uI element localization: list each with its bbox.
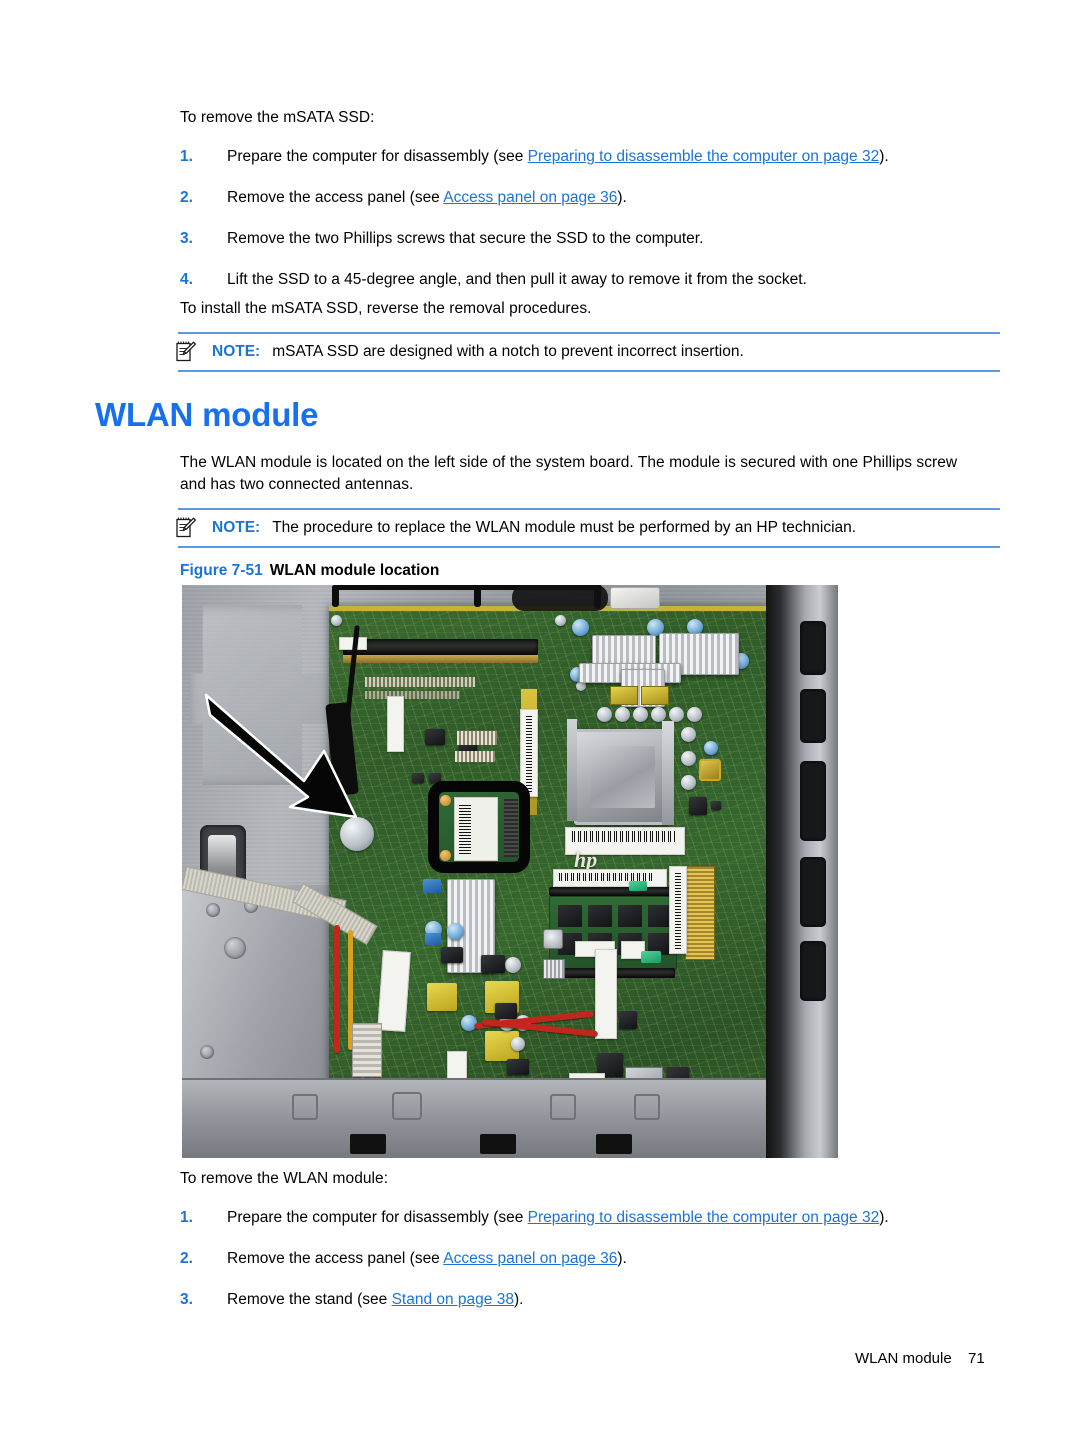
board-button — [543, 929, 563, 949]
socket-lever — [662, 721, 674, 825]
coin-battery — [340, 817, 374, 851]
memory-slot-contacts — [343, 655, 538, 663]
clock-chip — [699, 759, 721, 781]
sata-connector — [595, 949, 617, 1039]
figure-caption: Figure 7-51 WLAN module location — [180, 562, 439, 580]
intro-wlan-text: To remove the WLAN module: — [180, 1170, 389, 1187]
note-label: NOTE: — [212, 343, 261, 360]
step-text-pre: Prepare the computer for disassembly (se… — [227, 1209, 528, 1226]
board-screw — [555, 615, 566, 626]
note-callout-msata: NOTE: mSATA SSD are designed with a notch… — [176, 332, 1000, 372]
list-item: 4. Lift the SSD to a 45-degree angle, an… — [180, 269, 1010, 291]
power-cable-red — [334, 925, 340, 1053]
note-label: NOTE: — [212, 519, 261, 536]
jumper — [425, 933, 441, 945]
wlan-step-list: 1. Prepare the computer for disassembly … — [180, 1207, 1010, 1330]
step-text-pre: Prepare the computer for disassembly (se… — [227, 148, 528, 165]
step-text-post: ). — [513, 1291, 524, 1308]
antenna-connector — [610, 587, 660, 609]
chassis-opening — [512, 585, 608, 611]
step-text-post: ). — [617, 189, 627, 206]
green-connector — [629, 881, 647, 891]
antenna-cable-clip — [474, 585, 481, 607]
system-board: hp — [329, 606, 769, 1151]
cross-reference-link[interactable]: Access panel on page 36 — [443, 189, 617, 206]
list-item: 2. Remove the access panel (see Access p… — [180, 187, 1010, 209]
chassis-right-panel — [766, 585, 838, 1158]
note-pencil-icon — [172, 339, 198, 365]
cable-label — [377, 950, 411, 1032]
pin-header — [457, 731, 497, 745]
body-paragraph: The WLAN module is located on the left s… — [180, 454, 958, 493]
board-screw — [331, 615, 342, 626]
figure-image-wlan-module-location: hp — [182, 585, 838, 1158]
step-number: 3. — [180, 1291, 193, 1308]
cross-reference-link[interactable]: Stand on page 38 — [392, 1291, 514, 1308]
board-sticker — [387, 696, 404, 752]
note-callout-wlan: NOTE: The procedure to replace the WLAN m… — [176, 508, 1000, 548]
memory-label — [553, 869, 667, 887]
install-msata-text: To install the mSATA SSD, reverse the re… — [180, 300, 592, 317]
step-text-pre: Remove the access panel (see — [227, 1250, 444, 1267]
list-item: 1. Prepare the computer for disassembly … — [180, 146, 1010, 168]
note-text: The procedure to replace the WLAN module… — [272, 519, 857, 536]
step-text-post: ). — [617, 1250, 627, 1267]
step-text-pre: Remove the two Phillips screws that secu… — [227, 230, 704, 247]
list-item: 3. Remove the two Phillips screws that s… — [180, 228, 1010, 250]
step-number: 2. — [180, 1250, 193, 1267]
chassis-bottom-bar — [182, 1078, 838, 1158]
highlight-box-icon — [428, 781, 530, 873]
note-pencil-icon — [172, 515, 198, 541]
cross-reference-link[interactable]: Preparing to disassemble the computer on… — [528, 148, 880, 165]
list-item: 3. Remove the stand (see Stand on page 3… — [180, 1289, 1010, 1311]
cpu-socket — [574, 729, 672, 825]
power-connector — [352, 1023, 382, 1077]
cross-reference-link[interactable]: Preparing to disassemble the computer on… — [528, 1209, 880, 1226]
cross-reference-link[interactable]: Access panel on page 36 — [443, 1250, 617, 1267]
list-item: 1. Prepare the computer for disassembly … — [180, 1207, 1010, 1229]
memory-slot-top — [343, 639, 538, 655]
step-text-pre: Remove the stand (see — [227, 1291, 392, 1308]
page-title: WLAN module — [95, 396, 319, 433]
step-number: 2. — [180, 189, 193, 206]
cpu-die — [591, 746, 655, 808]
figure-title: WLAN module location — [269, 562, 440, 579]
document-page: To remove the mSATA SSD: 1. Prepare the … — [0, 0, 1080, 1437]
step-number: 1. — [180, 1209, 193, 1226]
step-number: 3. — [180, 230, 193, 247]
step-number: 1. — [180, 148, 193, 165]
list-item: 2. Remove the access panel (see Access p… — [180, 1248, 1010, 1270]
choke — [641, 686, 669, 705]
step-number: 4. — [180, 271, 193, 288]
footer-page-number: 71 — [968, 1350, 985, 1367]
msata-step-list: 1. Prepare the computer for disassembly … — [180, 146, 1010, 310]
board-label — [669, 866, 687, 954]
note-text: mSATA SSD are designed with a notch to p… — [272, 343, 744, 360]
green-connector — [641, 951, 661, 963]
io-connector — [685, 866, 715, 960]
intro-msata-text: To remove the mSATA SSD: — [180, 109, 375, 126]
step-text-post: ). — [879, 148, 889, 165]
antenna-cable-clip — [332, 585, 339, 607]
step-text-pre: Lift the SSD to a 45-degree angle, and t… — [227, 271, 807, 288]
footer-section-label: WLAN module — [855, 1350, 952, 1367]
jumper — [423, 879, 441, 893]
board-ic — [543, 959, 565, 979]
pin-header — [455, 751, 495, 762]
socket-frame — [567, 719, 577, 821]
step-text-pre: Remove the access panel (see — [227, 189, 444, 206]
choke — [610, 686, 638, 705]
step-text-post: ). — [879, 1209, 889, 1226]
figure-number: Figure 7-51 — [180, 562, 263, 579]
